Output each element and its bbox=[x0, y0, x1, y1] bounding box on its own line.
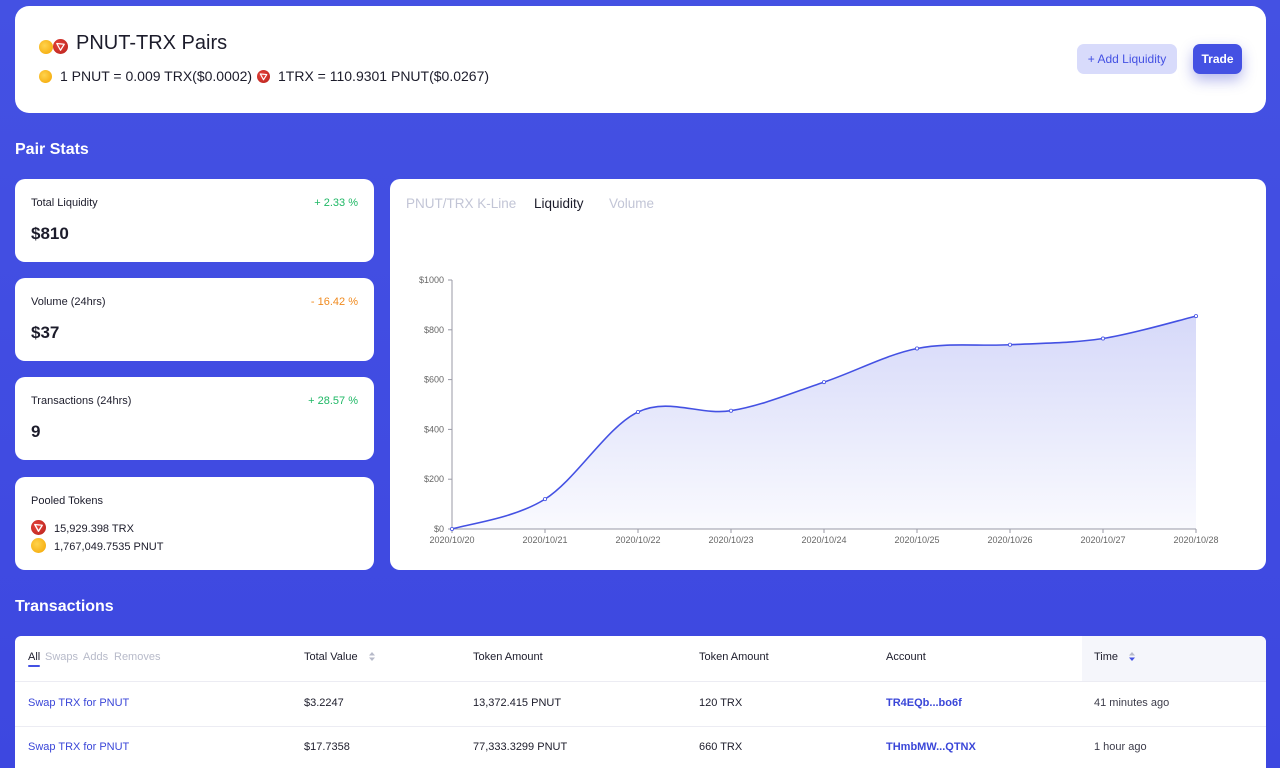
column-total-value-label: Total Value bbox=[304, 651, 358, 663]
volume-card: Volume (24hrs) - 16.42 % $37 bbox=[15, 278, 374, 361]
transactions-change: + 28.57 % bbox=[308, 395, 358, 407]
transactions-value: 9 bbox=[31, 422, 41, 441]
y-tick-label: $600 bbox=[424, 375, 444, 385]
x-tick-label: 2020/10/28 bbox=[1173, 535, 1218, 545]
pooled-trx-amount: 15,929.398 TRX bbox=[54, 523, 134, 535]
pnut-token-icon bbox=[39, 70, 52, 83]
column-total-value[interactable]: Total Value bbox=[304, 651, 375, 663]
transactions-card: Transactions (24hrs) + 28.57 % 9 bbox=[15, 377, 374, 460]
pair-header: PNUT-TRX Pairs 1 PNUT = 0.009 TRX($0.000… bbox=[15, 6, 1266, 113]
x-tick-label: 2020/10/25 bbox=[894, 535, 939, 545]
sort-icon bbox=[1129, 652, 1136, 661]
total-liquidity-change: + 2.33 % bbox=[314, 197, 358, 209]
chart-card: $0 $200 $400 $600 $800 $1000 2020/10/20 2020/10… bbox=[390, 179, 1266, 570]
x-tick-label: 2020/10/23 bbox=[708, 535, 753, 545]
tx-time: 41 minutes ago bbox=[1094, 697, 1170, 709]
y-tick-label: $400 bbox=[424, 424, 444, 434]
trx-rate: 1TRX = 110.9301 PNUT($0.0267) bbox=[257, 68, 489, 84]
column-token-amount-2: Token Amount bbox=[699, 651, 769, 663]
liquidity-area bbox=[452, 316, 1196, 529]
tx-total-value: $3.2247 bbox=[304, 697, 344, 709]
tx-token-amount-1: 13,372.415 PNUT bbox=[473, 697, 562, 709]
y-tick-label: $200 bbox=[424, 474, 444, 484]
tx-token-amount-1: 77,333.3299 PNUT bbox=[473, 741, 568, 753]
row-divider bbox=[15, 726, 1266, 727]
x-tick-label: 2020/10/22 bbox=[615, 535, 660, 545]
trx-token-icon bbox=[53, 39, 68, 54]
tx-token-amount-2: 660 TRX bbox=[699, 741, 743, 753]
sort-icon bbox=[368, 652, 375, 661]
pnut-rate-text: 1 PNUT = 0.009 TRX($0.0002) bbox=[60, 68, 253, 84]
volume-label: Volume (24hrs) bbox=[31, 296, 106, 308]
column-token-amount-1: Token Amount bbox=[473, 651, 543, 663]
liquidity-chart: $0 $200 $400 $600 $800 $1000 2020/10/20 2020/10… bbox=[419, 275, 1219, 545]
total-liquidity-value: $810 bbox=[31, 224, 69, 243]
x-tick-label: 2020/10/24 bbox=[801, 535, 846, 545]
filter-removes[interactable]: Removes bbox=[114, 651, 160, 663]
x-tick-label: 2020/10/21 bbox=[522, 535, 567, 545]
page-title: PNUT-TRX Pairs bbox=[76, 32, 228, 54]
pair-icons bbox=[39, 38, 71, 54]
tx-time: 1 hour ago bbox=[1094, 741, 1147, 753]
data-point bbox=[450, 526, 455, 531]
x-tick-label: 2020/10/27 bbox=[1080, 535, 1125, 545]
column-account: Account bbox=[886, 651, 926, 663]
transactions-table: All Swaps Adds Removes Total Value Token… bbox=[15, 636, 1266, 768]
pnut-token-icon bbox=[31, 538, 46, 553]
trx-token-icon bbox=[31, 520, 46, 535]
total-liquidity-card: Total Liquidity + 2.33 % $810 bbox=[15, 179, 374, 262]
data-point bbox=[542, 497, 547, 502]
data-point bbox=[1008, 342, 1013, 347]
tab-volume[interactable]: Volume bbox=[609, 196, 654, 211]
pair-stats-title: Pair Stats bbox=[15, 141, 89, 158]
y-tick-label: $800 bbox=[424, 325, 444, 335]
data-point bbox=[1101, 336, 1106, 341]
trade-button[interactable]: Trade bbox=[1193, 44, 1242, 74]
y-tick-label: $1000 bbox=[419, 275, 444, 285]
tx-account-link[interactable]: TR4EQb...bo6f bbox=[886, 697, 962, 709]
row-divider bbox=[15, 681, 1266, 682]
tx-type-link[interactable]: Swap TRX for PNUT bbox=[28, 697, 129, 709]
column-time[interactable]: Time bbox=[1094, 651, 1136, 663]
pooled-pnut-row: 1,767,049.7535 PNUT bbox=[31, 538, 163, 553]
total-liquidity-label: Total Liquidity bbox=[31, 197, 98, 209]
tx-account-link[interactable]: THmbMW...QTNX bbox=[886, 741, 976, 753]
volume-value: $37 bbox=[31, 323, 60, 342]
x-tick-label: 2020/10/26 bbox=[987, 535, 1032, 545]
trx-rate-text: 1TRX = 110.9301 PNUT($0.0267) bbox=[278, 68, 490, 84]
add-liquidity-button[interactable]: + Add Liquidity bbox=[1077, 44, 1177, 74]
data-point bbox=[821, 380, 826, 385]
pnut-token-icon bbox=[39, 40, 53, 54]
filter-all[interactable]: All bbox=[28, 651, 41, 667]
tab-kline[interactable]: PNUT/TRX K-Line bbox=[406, 196, 516, 211]
tx-total-value: $17.7358 bbox=[304, 741, 350, 753]
pnut-rate: 1 PNUT = 0.009 TRX($0.0002) bbox=[39, 68, 252, 84]
tx-token-amount-2: 120 TRX bbox=[699, 697, 743, 709]
data-point bbox=[728, 408, 733, 413]
filter-adds[interactable]: Adds bbox=[83, 651, 108, 663]
data-point bbox=[635, 409, 640, 414]
x-tick-label: 2020/10/20 bbox=[429, 535, 474, 545]
trx-token-icon bbox=[257, 70, 270, 83]
y-tick-label: $0 bbox=[434, 524, 444, 534]
column-time-label: Time bbox=[1094, 651, 1119, 663]
pooled-tokens-card: Pooled Tokens 15,929.398 TRX 1,767,049.7… bbox=[15, 477, 374, 570]
transactions-title: Transactions bbox=[15, 598, 114, 615]
transactions-label: Transactions (24hrs) bbox=[31, 395, 132, 407]
pooled-pnut-amount: 1,767,049.7535 PNUT bbox=[54, 541, 164, 553]
data-point bbox=[915, 346, 920, 351]
pooled-trx-row: 15,929.398 TRX bbox=[31, 520, 134, 535]
tx-type-link[interactable]: Swap TRX for PNUT bbox=[28, 741, 129, 753]
data-point bbox=[1194, 314, 1199, 319]
filter-swaps[interactable]: Swaps bbox=[45, 651, 78, 663]
volume-change: - 16.42 % bbox=[310, 296, 358, 308]
tab-liquidity[interactable]: Liquidity bbox=[534, 196, 584, 211]
pooled-tokens-label: Pooled Tokens bbox=[31, 495, 103, 507]
